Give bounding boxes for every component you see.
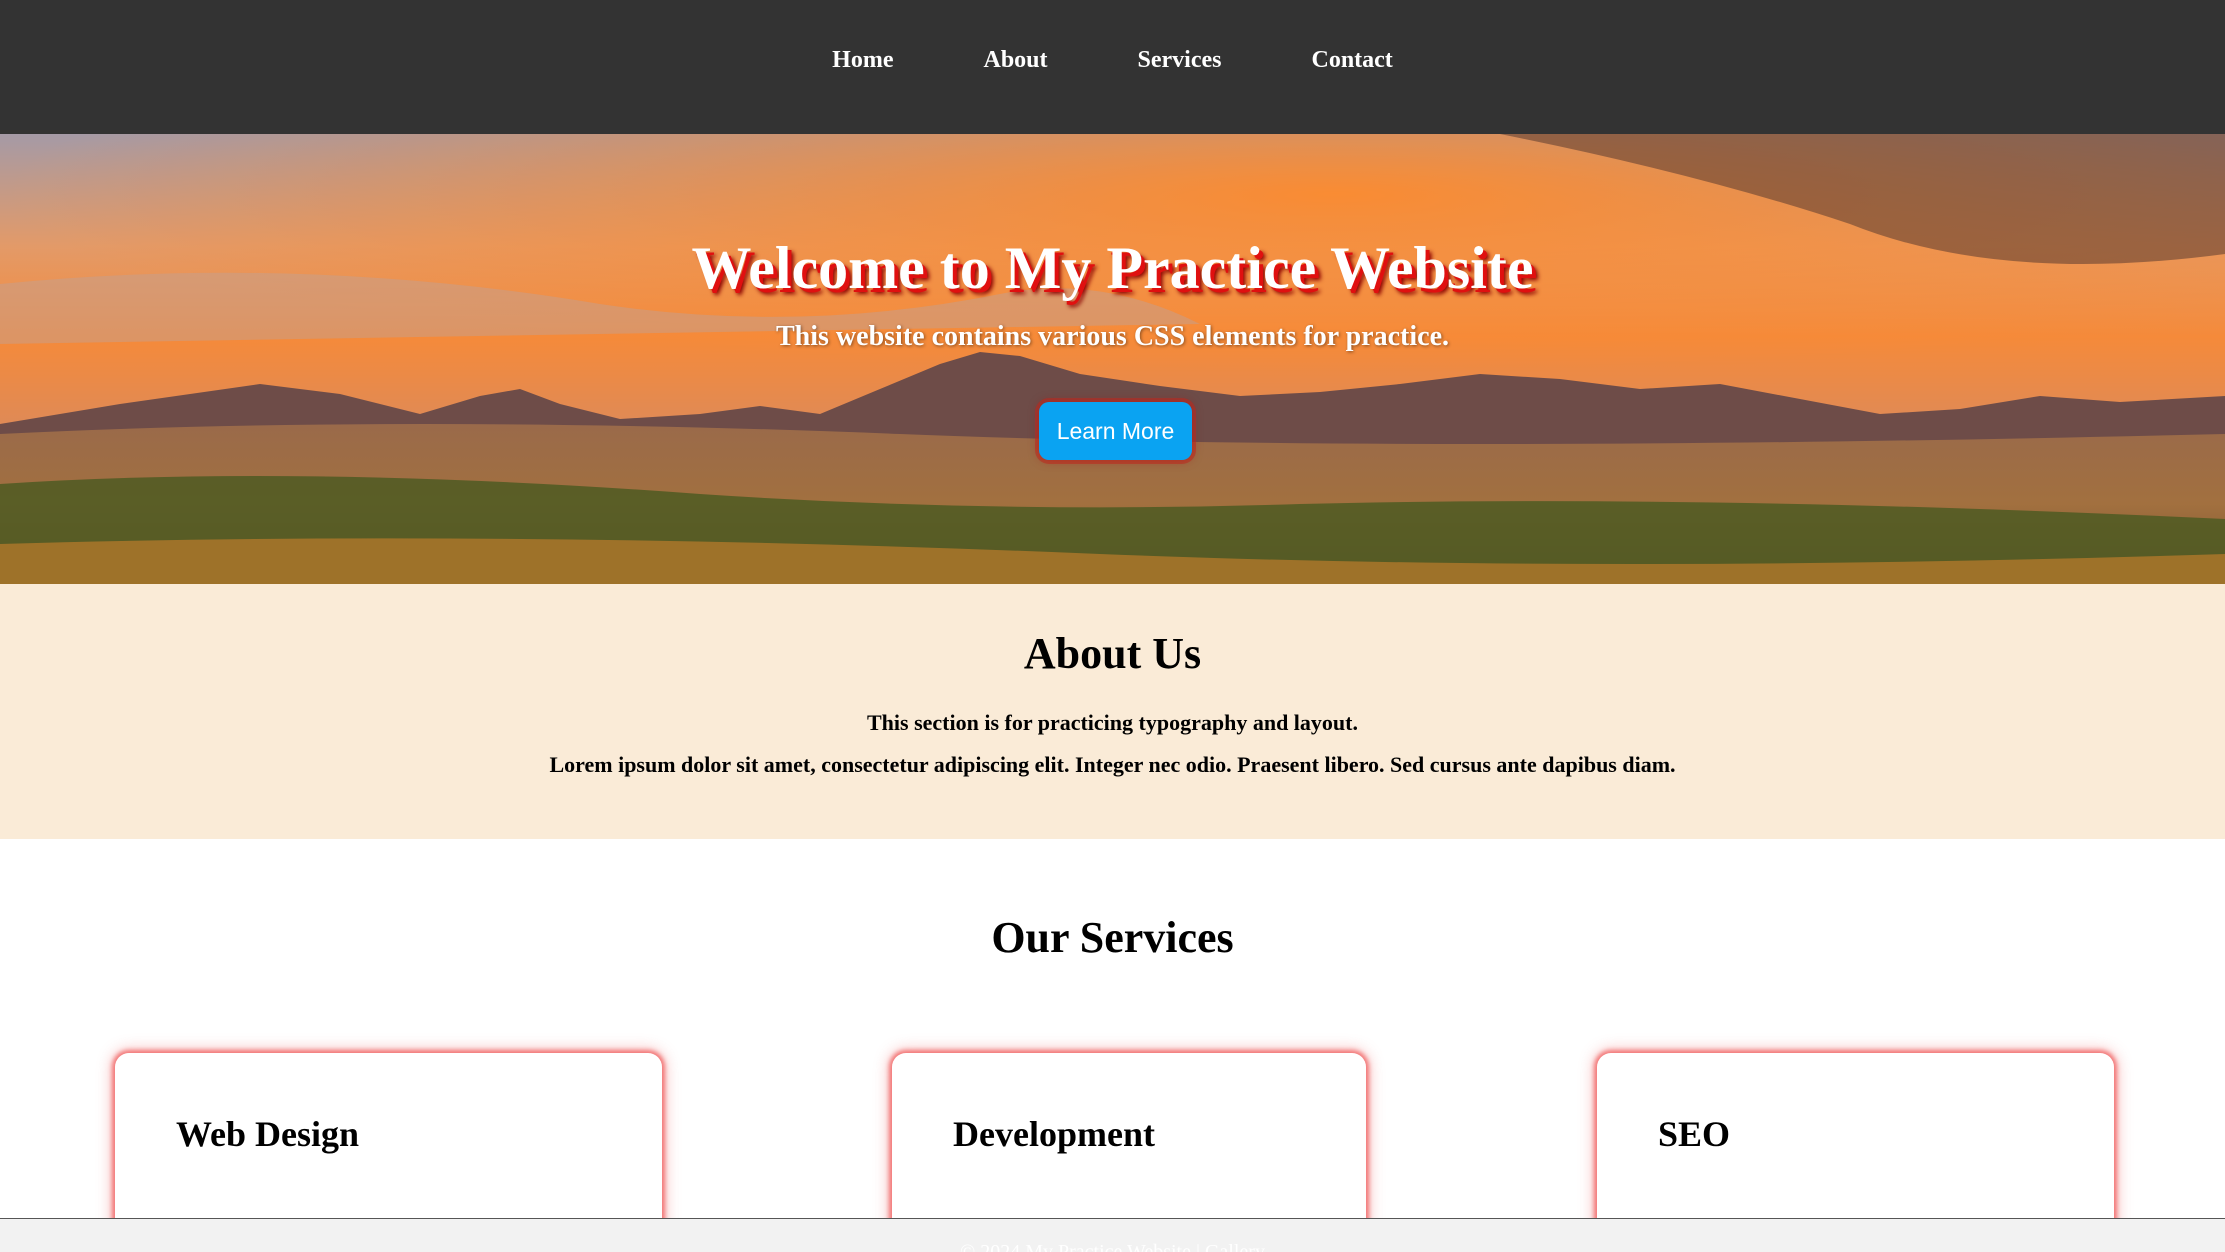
hero-section: Welcome to My Practice Website This webs… <box>0 134 2225 584</box>
service-card-title: SEO <box>1658 1114 1731 1154</box>
nav-link-contact[interactable]: Contact <box>1311 47 1392 73</box>
nav-item-about: About <box>938 47 1092 74</box>
services-heading: Our Services <box>991 913 1234 962</box>
services-section: Our Services Web Design Development SEO <box>0 839 2225 1252</box>
about-text-line-2: Lorem ipsum dolor sit amet, consectetur … <box>549 752 1676 777</box>
footer-text: © 2024 My Practice Website | Gallery <box>960 1241 1265 1252</box>
page-footer: © 2024 My Practice Website | Gallery <box>0 1218 2225 1252</box>
about-text-line-1: This section is for practicing typograph… <box>867 710 1358 735</box>
about-heading: About Us <box>1023 629 1202 678</box>
hero-content: Welcome to My Practice Website This webs… <box>0 134 2225 584</box>
nav-list: Home About Services Contact <box>787 47 1438 74</box>
hero-title: Welcome to My Practice Website <box>691 235 1534 301</box>
service-card-title: Development <box>953 1114 1155 1154</box>
nav-item-services: Services <box>1093 47 1267 74</box>
nav-link-about[interactable]: About <box>983 47 1047 73</box>
nav-item-home: Home <box>787 47 938 74</box>
nav-link-home[interactable]: Home <box>832 47 893 73</box>
nav-item-contact: Contact <box>1266 47 1437 74</box>
nav-link-services[interactable]: Services <box>1138 47 1222 73</box>
service-card-title: Web Design <box>176 1114 360 1154</box>
top-navbar: Home About Services Contact <box>0 0 2225 134</box>
hero-subtitle: This website contains various CSS elemen… <box>776 321 1449 352</box>
learn-more-button[interactable]: Learn More <box>1039 402 1192 460</box>
about-section: About Us This section is for practicing … <box>0 584 2225 839</box>
